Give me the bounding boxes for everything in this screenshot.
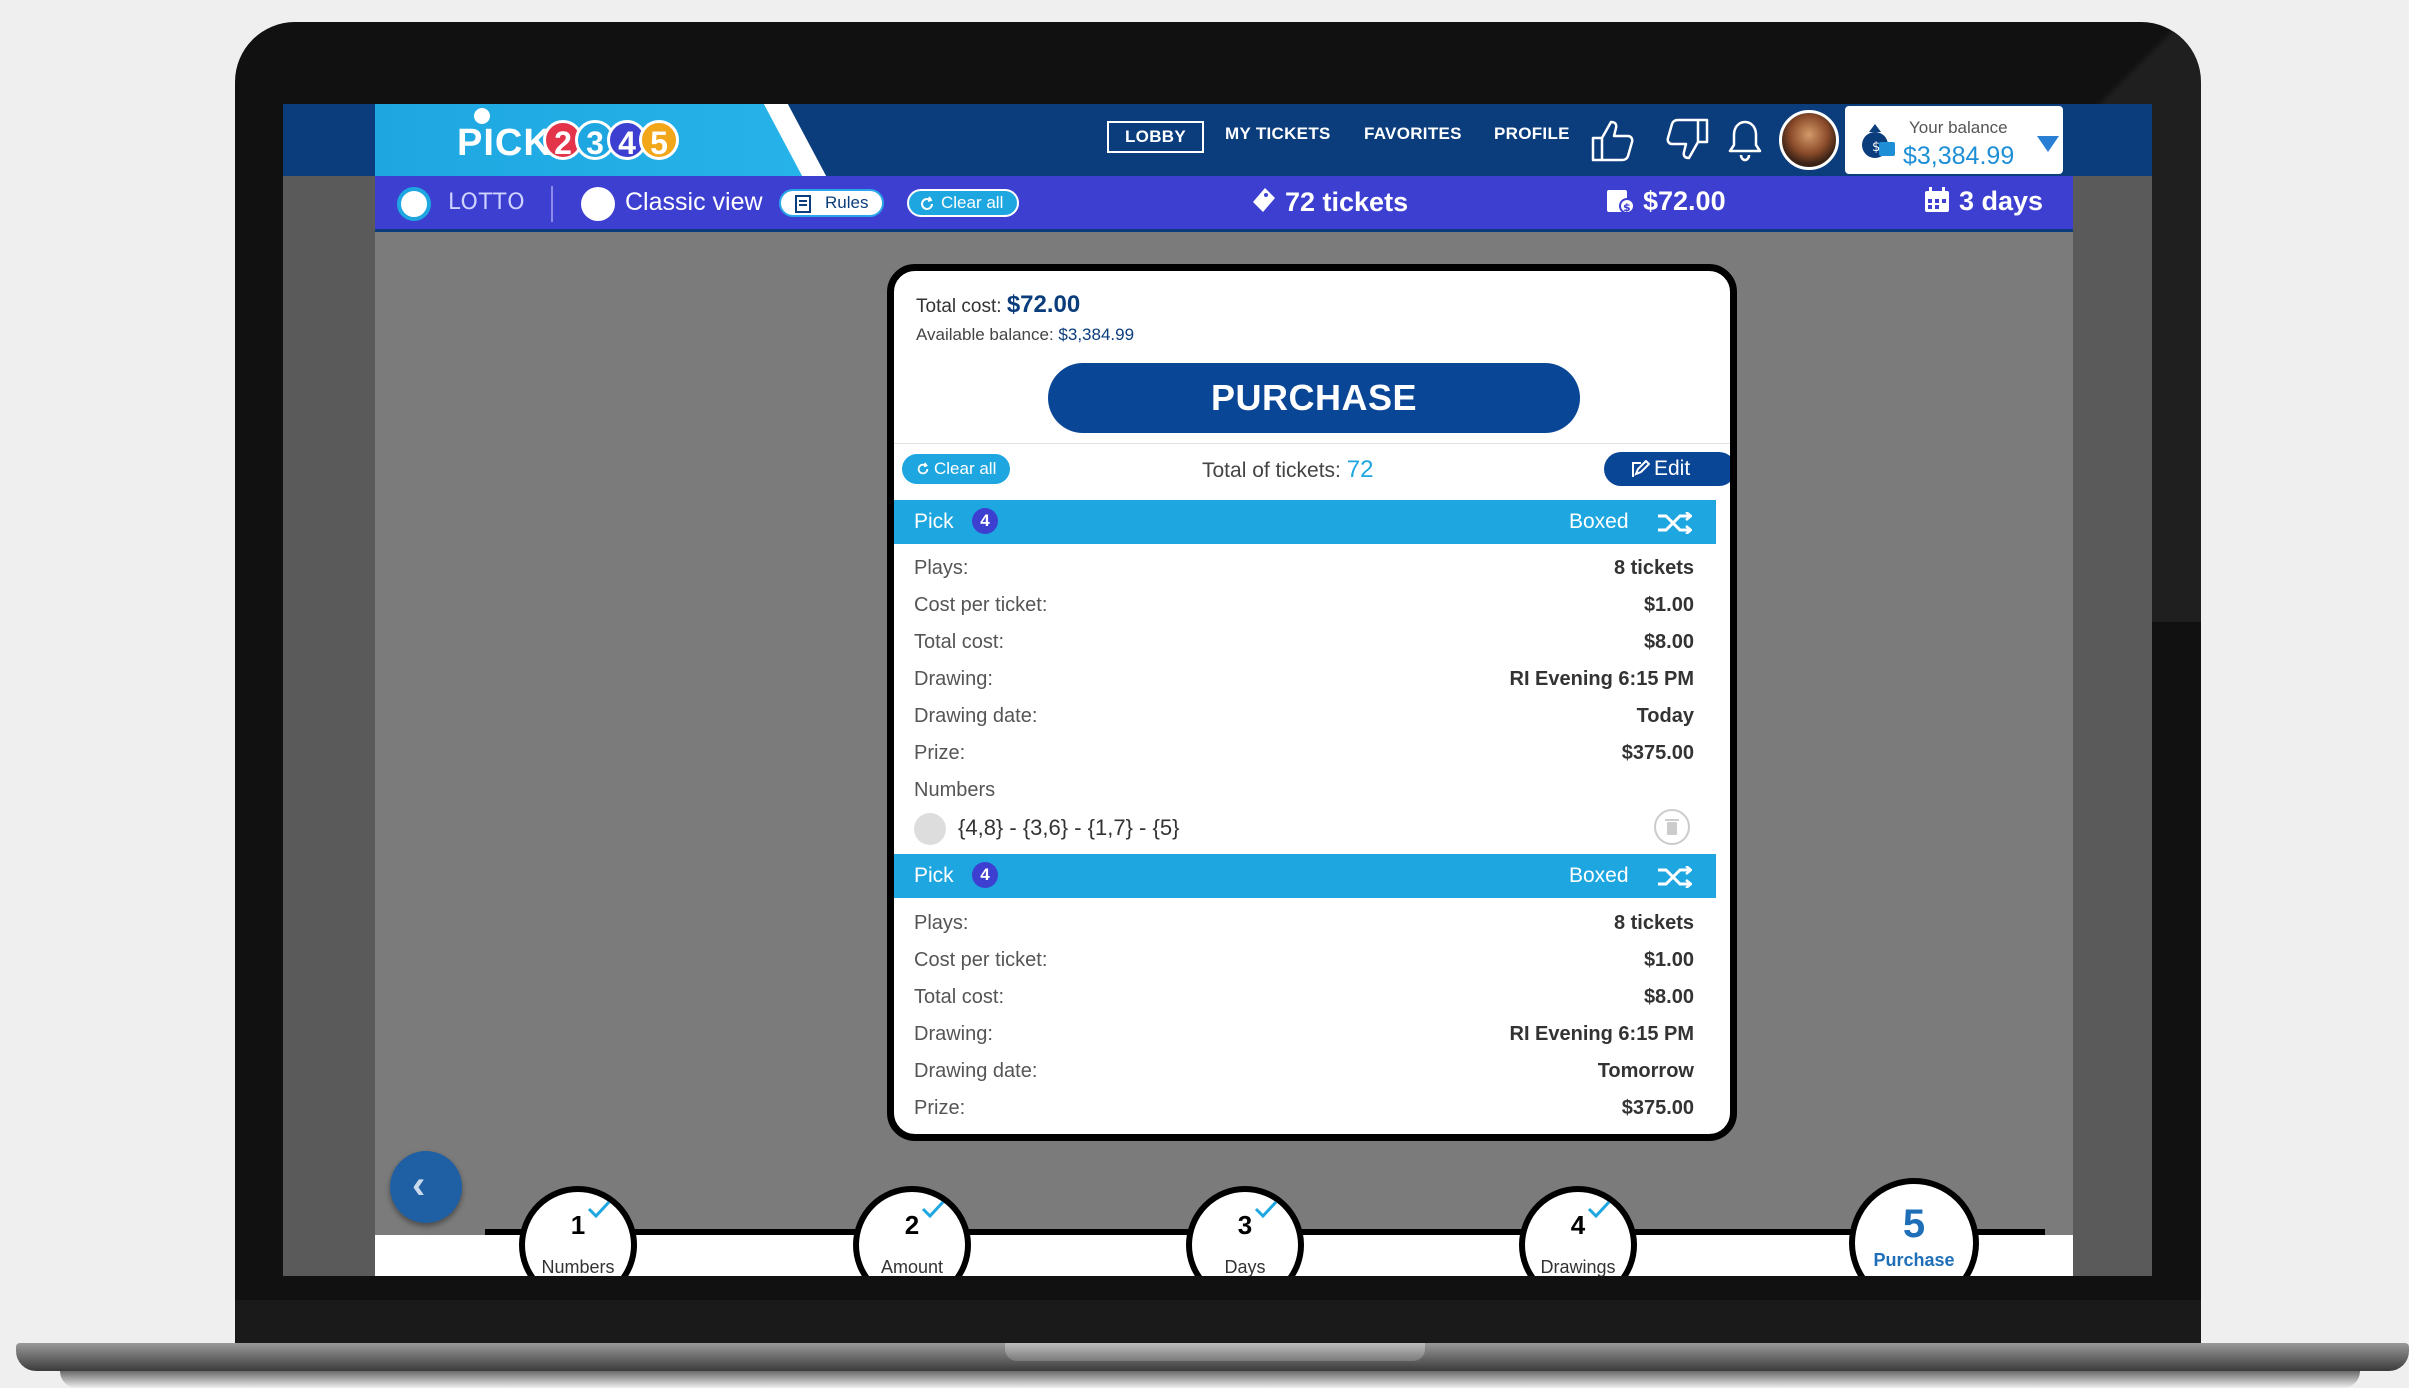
- total-cost-value: $72.00: [1006, 291, 1081, 318]
- checkmark-icon: [921, 1200, 945, 1218]
- detail-row: Prize: $375.00: [914, 742, 1694, 764]
- money-bag-icon: $: [1857, 120, 1897, 165]
- total-cost: $ $72.00: [1605, 186, 1726, 217]
- refresh-icon: [917, 462, 929, 475]
- laptop-chin: [235, 1300, 2201, 1348]
- chevron-down-icon[interactable]: [2037, 136, 2059, 152]
- shuffle-icon: [1658, 512, 1692, 534]
- clear-all-button[interactable]: Clear all: [907, 189, 1020, 217]
- tickets-count: 72 tickets: [1251, 186, 1408, 218]
- edit-label: Edit: [1654, 457, 1691, 480]
- detail-row: Total cost: $8.00: [914, 986, 1694, 1008]
- avatar[interactable]: [1779, 110, 1839, 170]
- available-balance-value: $3,384.99: [1058, 325, 1135, 344]
- step-label: Drawings: [1540, 1257, 1616, 1276]
- ticket-numbers: {4,8} - {3,6} - {1,7} - {5}: [914, 813, 1179, 845]
- detail-row: Drawing date: Tomorrow: [914, 1060, 1694, 1082]
- laptop-notch: [1005, 1343, 1425, 1361]
- detail-row: Drawing: RI Evening 6:15 PM: [914, 1023, 1694, 1045]
- lottery-ball-icon: [914, 813, 946, 845]
- numbers-label: Numbers: [914, 779, 996, 801]
- checkmark-icon: [1254, 1200, 1278, 1218]
- total-tickets-value: 72: [1346, 456, 1374, 483]
- ticket-header[interactable]: Pick 4 Boxed: [894, 854, 1716, 898]
- classic-view-toggle[interactable]: [581, 187, 615, 221]
- ticket-header[interactable]: Pick 4 Boxed: [894, 500, 1716, 544]
- chevron-left-icon: ‹: [412, 1163, 426, 1207]
- play-mode: Boxed: [1569, 510, 1629, 533]
- nav-my-tickets[interactable]: MY TICKETS: [1225, 124, 1331, 144]
- balance-widget[interactable]: $ Your balance $3,384.99: [1845, 106, 2063, 174]
- svg-text:$: $: [1872, 140, 1880, 155]
- purchase-button[interactable]: PURCHASE: [1048, 363, 1580, 433]
- trash-icon: [1665, 819, 1679, 835]
- back-button[interactable]: ‹: [390, 1151, 462, 1223]
- loto-logo: LOTTO: [448, 190, 526, 215]
- pick-number-badge: 4: [972, 508, 998, 534]
- delete-ticket-button[interactable]: [1654, 809, 1690, 845]
- total-tickets: Total of tickets: 72: [1202, 456, 1374, 483]
- logo-text: PICK: [457, 122, 552, 164]
- top-bar: PICK 2 3 4 5 LOBBY MY TICKETS FAVORITES …: [375, 104, 2073, 176]
- checkmark-icon: [587, 1200, 611, 1218]
- detail-row: Drawing: RI Evening 6:15 PM: [914, 668, 1694, 690]
- bell-icon[interactable]: [1725, 114, 1765, 166]
- balance-amount: $3,384.99: [1903, 142, 2015, 170]
- edit-icon: [1632, 460, 1650, 477]
- logo-ball-5: 5: [639, 120, 679, 161]
- edit-button[interactable]: Edit: [1604, 452, 1730, 486]
- nav-favorites[interactable]: FAVORITES: [1364, 124, 1462, 144]
- left-gutter: [283, 104, 375, 1276]
- step-label: Days: [1224, 1257, 1266, 1276]
- pick-number-badge: 4: [972, 862, 998, 888]
- clear-all-tickets-button[interactable]: Clear all: [902, 454, 1011, 484]
- detail-row: Cost per ticket: $1.00: [914, 949, 1694, 971]
- ticket-icon: [1253, 188, 1275, 212]
- laptop-mockup: PICK 2 3 4 5 LOBBY MY TICKETS FAVORITES …: [0, 0, 2409, 1388]
- play-mode: Boxed: [1569, 864, 1629, 887]
- available-balance-line: Available balance: $3,384.99: [916, 325, 1135, 344]
- logo[interactable]: PICK 2 3 4 5: [375, 104, 825, 176]
- step-label: Purchase: [1873, 1250, 1955, 1270]
- right-gutter: [2073, 104, 2152, 1276]
- sub-bar: LOTTO Classic view Rules Clear all 72 ti…: [375, 176, 2073, 232]
- laptop-shadow: [60, 1371, 2360, 1388]
- refresh-icon: [921, 196, 933, 210]
- rules-label: Rules: [825, 193, 869, 212]
- step-label: Amount: [880, 1257, 944, 1276]
- nav-profile[interactable]: PROFILE: [1494, 124, 1570, 144]
- calendar-icon: [1925, 187, 1949, 212]
- balance-label: Your balance: [1909, 118, 2008, 137]
- detail-row: Cost per ticket: $1.00: [914, 594, 1694, 616]
- clear-all-label: Clear all: [941, 193, 1004, 212]
- nav-lobby[interactable]: LOBBY: [1107, 121, 1204, 153]
- loto-toggle[interactable]: [397, 187, 431, 221]
- thumbs-up-icon[interactable]: [1587, 114, 1639, 166]
- checkmark-icon: [1587, 1200, 1611, 1218]
- days-count: 3 days: [1923, 186, 2043, 217]
- thumbs-down-icon[interactable]: [1661, 114, 1713, 166]
- classic-view-label: Classic view: [625, 188, 763, 216]
- detail-row: Total cost: $8.00: [914, 631, 1694, 653]
- shuffle-icon: [1658, 866, 1692, 888]
- document-icon: [795, 195, 811, 213]
- rules-button[interactable]: Rules: [779, 189, 885, 217]
- cash-icon: $: [1607, 190, 1635, 214]
- total-cost-line: Total cost: $72.00: [916, 291, 1081, 318]
- lottery-app: PICK 2 3 4 5 LOBBY MY TICKETS FAVORITES …: [375, 104, 2073, 1276]
- laptop-screen: PICK 2 3 4 5 LOBBY MY TICKETS FAVORITES …: [283, 104, 2152, 1276]
- purchase-summary-card: Total cost: $72.00 Available balance: $3…: [887, 264, 1737, 1141]
- detail-row: Prize: $375.00: [914, 1097, 1694, 1119]
- svg-text:$: $: [1623, 201, 1631, 214]
- step-label: Numbers: [541, 1257, 615, 1276]
- detail-row: Drawing date: Today: [914, 705, 1694, 727]
- tickets-toolbar: Clear all Total of tickets: 72 Edit: [894, 443, 1730, 491]
- detail-row: Plays: 8 tickets: [914, 912, 1694, 934]
- detail-row: Plays: 8 tickets: [914, 557, 1694, 579]
